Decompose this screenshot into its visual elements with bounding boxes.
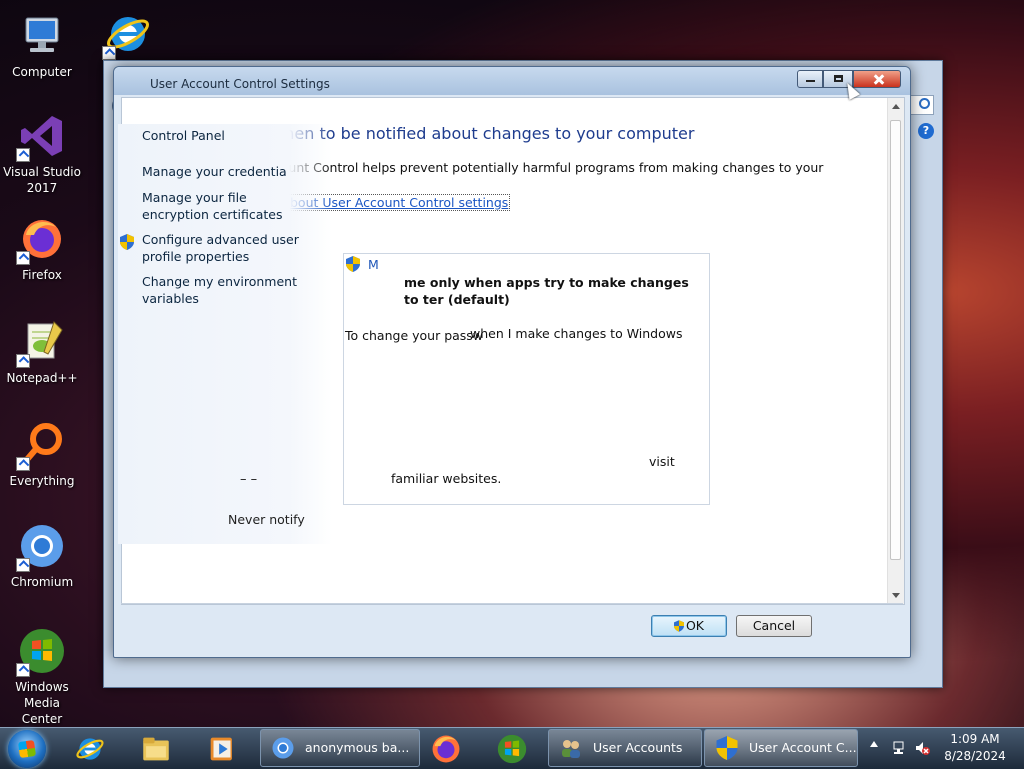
familiar-websites-text: familiar websites. — [391, 471, 502, 486]
dialog-content: Choose when to be notified about changes… — [118, 97, 905, 605]
ok-label: OK — [685, 618, 705, 633]
everything-search-icon — [16, 421, 66, 471]
desktop-icon-chromium[interactable]: Chromium — [2, 522, 82, 590]
windows-media-center-icon — [497, 734, 527, 764]
desktop-icon-computer[interactable]: Computer — [2, 12, 82, 80]
setting-title: me only when apps try to make changes to… — [404, 275, 689, 307]
shortcut-arrow-icon — [16, 663, 30, 677]
cancel-button[interactable]: Cancel — [736, 615, 812, 637]
desktop-icon-windows-media-center[interactable]: Windows Media Center — [2, 627, 82, 727]
volume-muted-icon[interactable] — [914, 740, 930, 756]
windows-media-center-icon — [16, 627, 66, 677]
chromium-icon — [272, 737, 294, 759]
desktop-icon-ie[interactable] — [88, 10, 168, 62]
desktop-icon-label: Windows Media Center — [15, 680, 69, 726]
sidebar-overlay: Control Panel Manage your credentia Mana… — [118, 124, 332, 544]
taskbar-firefox-button[interactable] — [420, 732, 472, 766]
desktop-icon-firefox[interactable]: Firefox — [2, 215, 82, 283]
taskbar-ie-button[interactable] — [64, 732, 116, 766]
folder-icon — [143, 737, 169, 761]
computer-icon — [18, 12, 66, 60]
taskbar-media-center-button[interactable] — [486, 732, 538, 766]
visit-text: visit — [649, 454, 675, 469]
close-button[interactable] — [853, 70, 901, 88]
media-player-icon — [210, 737, 232, 761]
footer-divider — [121, 603, 903, 604]
slider-tick-marks[interactable]: – – — [240, 472, 257, 487]
help-icon[interactable]: ? — [918, 123, 934, 139]
setting-detail: when I make changes to Windows — [470, 326, 683, 341]
minimize-button[interactable] — [797, 70, 823, 88]
shortcut-arrow-icon — [16, 354, 30, 368]
search-icon — [919, 98, 930, 109]
taskbar-media-player-button[interactable] — [196, 732, 248, 766]
title-bar[interactable]: User Account Control Settings — [114, 67, 910, 95]
task-label: anonymous ba... — [305, 740, 410, 755]
desktop-icon-label: Computer — [12, 65, 72, 79]
vertical-scrollbar[interactable] — [887, 98, 904, 604]
windows-logo-icon — [17, 739, 37, 759]
task-label: User Accounts — [593, 740, 683, 755]
setting-description-box: M me only when apps try to make changes … — [343, 253, 710, 505]
scroll-thumb[interactable] — [890, 120, 901, 560]
task-label: User Account C... — [749, 740, 857, 755]
taskbar-task-uac-settings[interactable]: User Account C... — [704, 729, 858, 767]
firefox-icon — [432, 735, 460, 763]
uac-settings-dialog: User Account Control Settings Choose whe… — [113, 66, 911, 658]
internet-explorer-icon — [102, 10, 152, 60]
clock-date: 8/28/2024 — [944, 749, 1006, 763]
shield-icon — [716, 736, 738, 760]
sidebar-item-control-panel[interactable]: Control Panel — [142, 128, 225, 143]
password-text: To change your passw — [345, 328, 484, 343]
desktop-icon-label: Everything — [9, 474, 75, 488]
taskbar: anonymous ba... User Accounts User Accou… — [0, 727, 1024, 769]
shortcut-arrow-icon — [16, 251, 30, 265]
never-notify-label: Never notify — [228, 512, 305, 527]
desktop-icon-label: Visual Studio 2017 — [3, 165, 81, 195]
scroll-up-icon[interactable] — [892, 104, 900, 109]
network-icon[interactable] — [892, 740, 908, 756]
show-hidden-icons-icon[interactable] — [870, 741, 878, 747]
shield-icon — [346, 256, 360, 272]
description-text: ccount Control helps prevent potentially… — [267, 160, 824, 175]
scroll-down-icon[interactable] — [892, 593, 900, 598]
shield-icon — [673, 620, 684, 632]
ok-button[interactable]: OK — [651, 615, 727, 637]
sidebar-item-file-encryption[interactable]: Manage your file encryption certificates — [142, 189, 317, 223]
notepadpp-icon — [16, 318, 66, 368]
desktop-icon-notepadpp[interactable]: Notepad++ — [2, 318, 82, 386]
users-icon — [562, 740, 580, 758]
taskbar-task-user-accounts[interactable]: User Accounts — [548, 729, 702, 767]
chromium-icon — [16, 522, 66, 572]
taskbar-explorer-button[interactable] — [130, 732, 182, 766]
firefox-icon — [16, 215, 66, 265]
sidebar-item-credentials[interactable]: Manage your credentia — [142, 164, 302, 179]
sidebar-item-advanced-profile[interactable]: Configure advanced user profile properti… — [142, 231, 302, 265]
desktop-icon-label: Chromium — [10, 575, 74, 589]
visual-studio-icon — [16, 112, 66, 162]
system-tray: 1:09 AM 8/28/2024 — [866, 728, 1024, 769]
desktop-icon-everything[interactable]: Everything — [2, 421, 82, 489]
shortcut-arrow-icon — [102, 46, 116, 60]
shortcut-arrow-icon — [16, 457, 30, 471]
internet-explorer-icon — [76, 738, 104, 760]
clock-time: 1:09 AM — [950, 732, 1000, 746]
window-title: User Account Control Settings — [150, 77, 330, 91]
desktop-icon-visual-studio[interactable]: Visual Studio 2017 — [2, 112, 82, 196]
shield-label: M — [368, 257, 379, 272]
taskbar-task-chromium[interactable]: anonymous ba... — [260, 729, 420, 767]
sidebar-item-environment-variables[interactable]: Change my environment variables — [142, 273, 302, 307]
clock[interactable]: 1:09 AM 8/28/2024 — [934, 731, 1016, 765]
shortcut-arrow-icon — [16, 558, 30, 572]
desktop-icon-label: Firefox — [22, 268, 62, 282]
shortcut-arrow-icon — [16, 148, 30, 162]
desktop-icon-label: Notepad++ — [6, 371, 78, 385]
shield-icon — [120, 234, 134, 250]
start-button[interactable] — [8, 730, 46, 768]
